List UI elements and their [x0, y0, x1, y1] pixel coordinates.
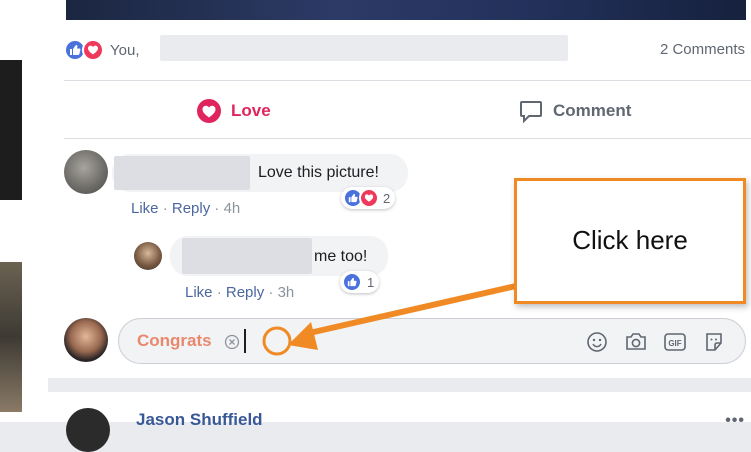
next-post-card: Jason Shuffield ••• — [48, 392, 751, 452]
avatar[interactable] — [66, 408, 110, 452]
comment-button[interactable]: Comment — [518, 96, 631, 126]
comment-like-link[interactable]: Like — [131, 200, 159, 217]
meta-separator: · — [216, 284, 226, 301]
meta-separator: · — [268, 284, 278, 301]
reaction-count: 1 — [367, 274, 375, 290]
camera-icon[interactable] — [624, 330, 648, 354]
divider — [64, 138, 751, 139]
next-post-author[interactable]: Jason Shuffield — [136, 410, 263, 430]
reaction-summary[interactable]: You, — [64, 37, 139, 63]
comment-bubble: me too! — [170, 236, 388, 276]
text-caret — [244, 329, 246, 353]
svg-text:GIF: GIF — [668, 339, 681, 348]
current-user-avatar[interactable] — [64, 318, 108, 362]
reactors-text[interactable]: You, — [110, 42, 139, 59]
comment-reactions-badge[interactable]: 1 — [340, 271, 380, 293]
left-sidebar-strip — [0, 0, 48, 422]
sidebar-thumbnail[interactable] — [0, 262, 22, 412]
like-reaction-icon — [342, 272, 362, 292]
love-reaction-icon — [359, 188, 379, 208]
sidebar-thumbnail[interactable] — [0, 60, 22, 200]
heart-icon — [196, 98, 222, 124]
reaction-count: 2 — [383, 190, 391, 206]
meta-separator: · — [214, 200, 224, 217]
redacted-commenter-name — [182, 238, 312, 274]
comment-reply-link[interactable]: Reply — [172, 200, 210, 217]
comment-timestamp[interactable]: 3h — [278, 284, 295, 301]
comment-input[interactable]: Congrats — [137, 331, 212, 351]
more-options-icon[interactable]: ••• — [725, 412, 745, 430]
redacted-reactor-names — [160, 35, 568, 61]
comment-button-label: Comment — [553, 101, 632, 120]
sticker-icon[interactable] — [702, 330, 726, 354]
redacted-commenter-name — [114, 156, 250, 190]
comment-meta: Like · Reply · 3h — [185, 284, 294, 301]
comment-timestamp[interactable]: 4h — [224, 200, 241, 217]
comment-icon — [518, 98, 544, 124]
comment-meta: Like · Reply · 4h — [131, 200, 240, 217]
comment-reply-link[interactable]: Reply — [226, 284, 264, 301]
love-button[interactable]: Love — [196, 96, 271, 126]
avatar[interactable] — [134, 242, 162, 270]
comment-reactions-badge[interactable]: 2 — [341, 187, 396, 209]
love-button-label: Love — [231, 101, 271, 120]
feed-gap — [48, 378, 751, 392]
smiley-icon[interactable] — [585, 330, 609, 354]
comment-like-link[interactable]: Like — [185, 284, 213, 301]
divider — [64, 80, 751, 81]
callout-text: Click here — [572, 225, 688, 255]
love-reaction-icon — [82, 39, 104, 61]
post-image[interactable] — [66, 0, 746, 20]
comment-text: me too! — [314, 248, 368, 265]
comment-text: Love this picture! — [258, 164, 379, 181]
comment-composer[interactable]: Congrats GIF — [118, 318, 746, 364]
meta-separator: · — [162, 200, 172, 217]
comments-count[interactable]: 2 Comments — [660, 41, 745, 58]
gif-icon[interactable]: GIF — [663, 330, 687, 354]
clear-text-icon[interactable] — [222, 332, 242, 352]
avatar[interactable] — [64, 150, 108, 194]
tutorial-callout: Click here — [514, 178, 746, 304]
